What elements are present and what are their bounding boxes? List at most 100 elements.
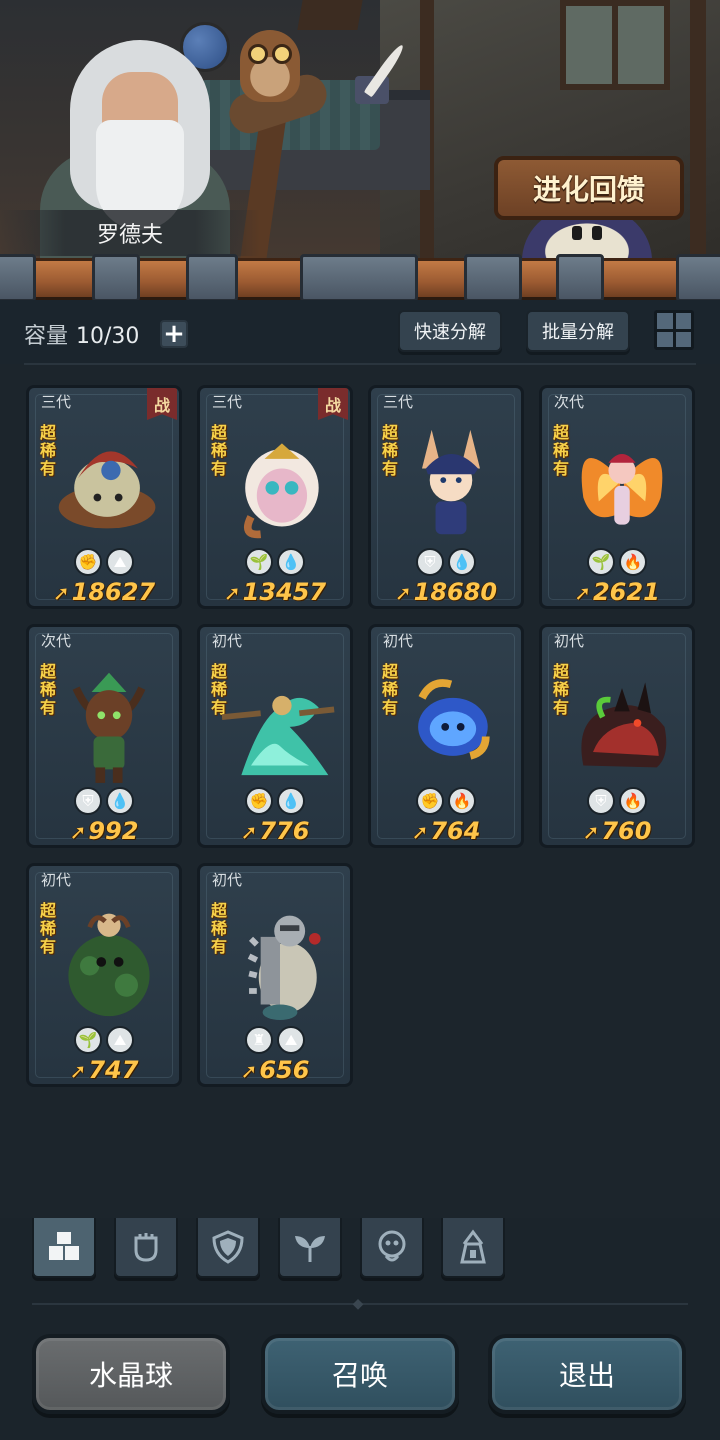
power-arrow-icon: ➚ (69, 820, 87, 844)
filter-tab[interactable] (196, 1218, 260, 1278)
power-value: ➚2621 (542, 578, 692, 606)
monster-portrait (422, 429, 480, 535)
water-icon: 💧 (277, 548, 305, 576)
power-value: ➚760 (542, 817, 692, 845)
summon-button[interactable]: 召唤 (261, 1334, 459, 1414)
shield-icon: ⛨ (587, 787, 615, 815)
tower-filter-icon (460, 1229, 486, 1264)
water-icon: 💧 (106, 787, 134, 815)
power-number: 18627 (71, 578, 156, 606)
attribute-icons: 🌱 🔥 (542, 548, 692, 576)
monster-card[interactable]: 次代 超稀有 ⛨ 💧 ➚992 (26, 624, 182, 848)
battle-badge: 战 (318, 388, 348, 420)
power-number: 760 (601, 817, 652, 845)
power-number: 747 (88, 1056, 139, 1084)
attribute-icons: ✊ 💧 (200, 787, 350, 815)
sprout-icon: 🌱 (245, 548, 273, 576)
capacity-label: 容量 (24, 324, 69, 349)
capacity-display: 容量 10/30 (24, 318, 139, 350)
earth-icon: ⛰ (106, 1026, 134, 1054)
power-value: ➚776 (200, 817, 350, 845)
power-arrow-icon: ➚ (223, 581, 241, 605)
power-number: 992 (88, 817, 139, 845)
power-arrow-icon: ➚ (240, 820, 258, 844)
fist-icon: ✊ (245, 787, 273, 815)
monster-card[interactable]: 三代 超稀有 ⛨ 💧 ➚18680 (368, 385, 524, 609)
fence-post (556, 254, 604, 302)
monster-card[interactable]: 初代 超稀有 ✊ 🔥 ➚764 (368, 624, 524, 848)
monster-card[interactable]: 三代战超稀有 🌱 💧 ➚13457 (197, 385, 353, 609)
power-value: ➚13457 (200, 578, 350, 606)
earth-icon: ⛰ (106, 548, 134, 576)
spirit-filter-icon (378, 1230, 406, 1262)
battle-badge: 战 (147, 388, 177, 420)
generation-label: 初代 (41, 871, 72, 889)
monster-card[interactable]: 初代 超稀有 🌱 ⛰ ➚747 (26, 863, 182, 1087)
power-value: ➚18680 (371, 578, 521, 606)
monster-card[interactable]: 三代战超稀有 ✊ ⛰ ➚18627 (26, 385, 182, 609)
generation-label: 初代 (383, 632, 414, 650)
fence-post (92, 254, 140, 302)
attribute-icons: 🌱 💧 (200, 548, 350, 576)
filter-tab[interactable] (32, 1218, 96, 1278)
crystal-ball-button[interactable]: 水晶球 (32, 1334, 230, 1414)
power-value: ➚992 (29, 817, 179, 845)
fence-post (0, 254, 36, 302)
filter-tab[interactable] (278, 1218, 342, 1278)
fist-icon: ✊ (416, 787, 444, 815)
attribute-icons: ✊ 🔥 (371, 787, 521, 815)
power-arrow-icon: ➚ (240, 1059, 258, 1083)
monster-card[interactable]: 次代 超稀有 🌱 🔥 ➚2621 (539, 385, 695, 609)
attribute-icons: 🌱 ⛰ (29, 1026, 179, 1054)
sprout-icon: 🌱 (587, 548, 615, 576)
npc-name-label: 罗德夫 (0, 210, 260, 256)
monster-portrait (72, 672, 146, 783)
tower-icon: ♜ (245, 1026, 273, 1054)
fist-icon: ✊ (74, 548, 102, 576)
beam-decoration (690, 0, 706, 260)
power-value: ➚656 (200, 1056, 350, 1084)
monster-portrait (418, 679, 490, 760)
plus-icon: + (163, 319, 185, 349)
monster-card[interactable]: 初代 超稀有 ♜ ⛰ ➚656 (197, 863, 353, 1087)
monster-portrait (581, 682, 667, 768)
fire-icon: 🔥 (619, 548, 647, 576)
generation-label: 次代 (554, 393, 585, 411)
monster-card[interactable]: 初代 超稀有 ⛨ 🔥 ➚760 (539, 624, 695, 848)
power-value: ➚747 (29, 1056, 179, 1084)
monster-portrait (58, 451, 156, 529)
shield-icon: ⛨ (74, 787, 102, 815)
monster-portrait (247, 915, 321, 1020)
shield-filter-icon (212, 1230, 244, 1264)
batch-decompose-button[interactable]: 批量分解 (526, 310, 630, 352)
sprout-filter-icon (295, 1236, 325, 1262)
power-number: 776 (259, 817, 310, 845)
grid-view-icon[interactable] (654, 310, 694, 350)
fire-icon: 🔥 (448, 787, 476, 815)
power-number: 764 (430, 817, 481, 845)
window-decoration (560, 0, 670, 90)
fence-post (300, 254, 418, 302)
capacity-value: 10/30 (76, 324, 140, 349)
beam-decoration (297, 0, 363, 30)
quick-decompose-button[interactable]: 快速分解 (398, 310, 502, 352)
fire-icon: 🔥 (619, 787, 647, 815)
monster-portrait (68, 913, 150, 1017)
ornament-icon: ◆ (352, 1296, 364, 1312)
generation-label: 初代 (212, 632, 243, 650)
filter-tab[interactable] (441, 1218, 505, 1278)
filter-tab[interactable] (360, 1218, 424, 1278)
expand-capacity-button[interactable]: + (160, 320, 188, 348)
divider (24, 363, 696, 365)
evolution-reward-button[interactable]: 进化回馈 (494, 156, 684, 220)
water-icon: 💧 (277, 787, 305, 815)
monster-portrait (243, 443, 319, 539)
all-filter-icon (49, 1232, 79, 1260)
power-number: 656 (259, 1056, 310, 1084)
monster-card[interactable]: 初代 超稀有 ✊ 💧 ➚776 (197, 624, 353, 848)
attribute-icons: ✊ ⛰ (29, 548, 179, 576)
monster-portrait (222, 695, 335, 776)
exit-button[interactable]: 退出 (488, 1334, 686, 1414)
filter-tab[interactable] (114, 1218, 178, 1278)
attribute-icons: ♜ ⛰ (200, 1026, 350, 1054)
